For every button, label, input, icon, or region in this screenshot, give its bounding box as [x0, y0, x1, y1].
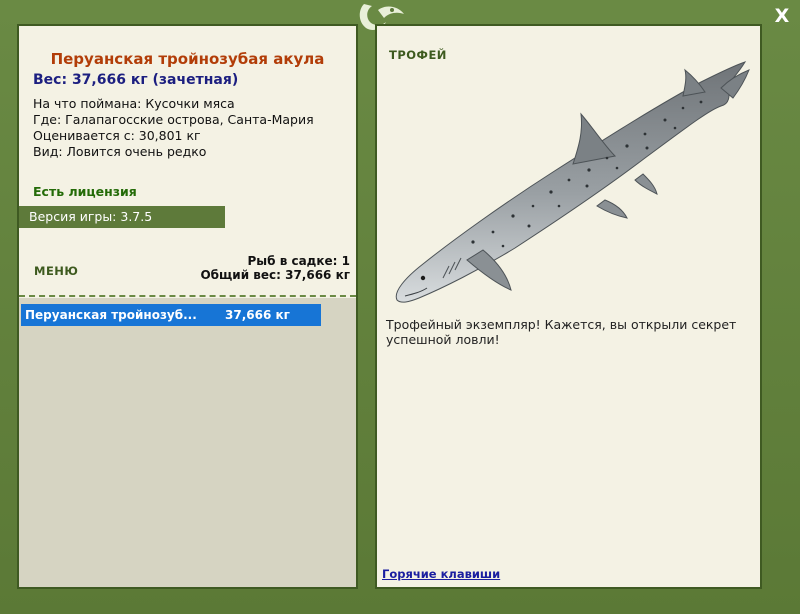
catch-list: Перуанская тройнозуб... 37,666 кг [19, 298, 356, 587]
license-status: Есть лицензия [33, 184, 137, 199]
fish-location: Где: Галапагосские острова, Санта-Мария [33, 112, 314, 127]
fish-info-panel: Перуанская тройнозубая акула Вес: 37,666… [17, 24, 358, 589]
trophy-text: Трофейный экземпляр! Кажется, вы открыли… [386, 317, 737, 347]
cage-count: Рыб в садке: 1 [247, 254, 351, 268]
fish-rarity: Вид: Ловится очень редко [33, 144, 207, 159]
trophy-panel: ТРОФЕЙ Трофейный экземпляр! Кажется, вы … [375, 24, 762, 589]
cage-total-weight: Общий вес: 37,666 кг [200, 268, 350, 282]
hotkeys-link[interactable]: Горячие клавиши [382, 567, 500, 581]
shark-image [395, 61, 750, 303]
version-bar: Версия игры: 3.7.5 [19, 206, 225, 228]
close-icon: X [774, 5, 790, 27]
catch-item-weight: 37,666 кг [225, 308, 290, 322]
fish-name: Перуанская тройнозубая акула [50, 50, 325, 68]
divider [19, 295, 356, 297]
fish-weight: Вес: 37,666 кг (зачетная) [33, 72, 239, 88]
game-window: X Перуанская тройнозубая акула Вес: 37,6… [0, 0, 800, 614]
menu-button[interactable]: МЕНЮ [34, 264, 78, 278]
close-button[interactable]: X [771, 5, 793, 27]
fish-bait: На что поймана: Кусочки мяса [33, 96, 235, 111]
catch-list-item[interactable]: Перуанская тройнозуб... 37,666 кг [21, 304, 321, 326]
cage-stats: Рыб в садке: 1 Общий вес: 37,666 кг [200, 254, 350, 282]
catch-item-name: Перуанская тройнозуб... [25, 308, 197, 322]
fish-rated-from: Оценивается с: 30,801 кг [33, 128, 201, 143]
